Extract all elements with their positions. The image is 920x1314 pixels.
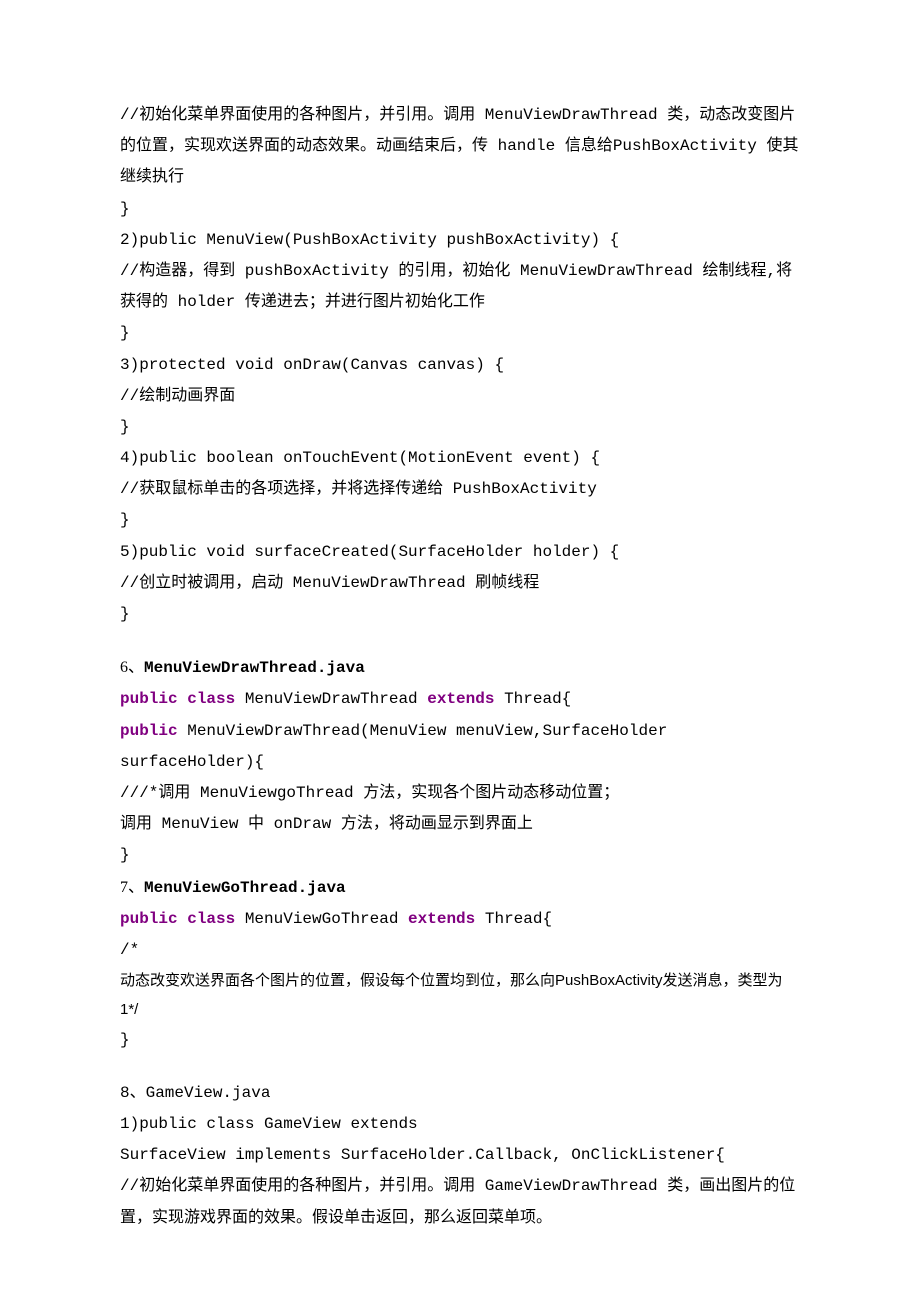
code-brace: } — [120, 194, 800, 225]
code-line-8c: SurfaceView implements SurfaceHolder.Cal… — [120, 1140, 800, 1171]
code-line-3: 3)protected void onDraw(Canvas canvas) { — [120, 350, 800, 381]
keyword-public: public — [120, 722, 178, 740]
section-8-heading: 8、GameView.java — [120, 1078, 800, 1109]
section-7-heading: 7、MenuViewGoThread.java — [120, 872, 800, 904]
post-6a: Thread{ — [494, 690, 571, 708]
code-line-4: 4)public boolean onTouchEvent(MotionEven… — [120, 443, 800, 474]
num-7: 7、 — [120, 879, 144, 896]
document-page: //初始化菜单界面使用的各种图片，并引用。调用 MenuViewDrawThre… — [0, 0, 920, 1314]
classname-6: MenuViewDrawThread — [235, 690, 427, 708]
keyword-public-class: public class — [120, 690, 235, 708]
code-line-6b: public MenuViewDrawThread(MenuView menuV… — [120, 716, 800, 778]
comment-body-7: 动态改变欢送界面各个图片的位置，假设每个位置均到位，那么向PushBoxActi… — [120, 966, 800, 1025]
classname-7: MenuViewGoThread — [235, 910, 408, 928]
code-brace: } — [120, 599, 800, 630]
code-brace: } — [120, 412, 800, 443]
comment-open-7: /* — [120, 935, 800, 966]
code-line-5: 5)public void surfaceCreated(SurfaceHold… — [120, 537, 800, 568]
code-line-8b: 1)public class GameView extends — [120, 1109, 800, 1140]
comment-line-6c: ///*调用 MenuViewgoThread 方法，实现各个图片动态移动位置； — [120, 778, 800, 809]
ctor-6b: MenuViewDrawThread(MenuView menuView,Sur… — [120, 722, 667, 771]
code-brace: } — [120, 1025, 800, 1056]
code-line-6a: public class MenuViewDrawThread extends … — [120, 684, 800, 715]
code-brace: } — [120, 840, 800, 871]
post-7a: Thread{ — [475, 910, 552, 928]
code-line-7a: public class MenuViewGoThread extends Th… — [120, 904, 800, 935]
code-line-2: 2)public MenuView(PushBoxActivity pushBo… — [120, 225, 800, 256]
keyword-extends: extends — [408, 910, 475, 928]
code-brace: } — [120, 318, 800, 349]
comment-line-3: //绘制动画界面 — [120, 381, 800, 412]
comment-line-2: //构造器，得到 pushBoxActivity 的引用，初始化 MenuVie… — [120, 256, 800, 318]
keyword-extends: extends — [427, 690, 494, 708]
code-brace: } — [120, 505, 800, 536]
title-6: MenuViewDrawThread.java — [144, 659, 365, 677]
comment-line-8d: //初始化菜单界面使用的各种图片，并引用。调用 GameViewDrawThre… — [120, 1171, 800, 1233]
comment-line-5: //创立时被调用，启动 MenuViewDrawThread 刷帧线程 — [120, 568, 800, 599]
comment-block-1: //初始化菜单界面使用的各种图片，并引用。调用 MenuViewDrawThre… — [120, 100, 800, 194]
comment-line-6d: 调用 MenuView 中 onDraw 方法，将动画显示到界面上 — [120, 809, 800, 840]
section-6-heading: 6、MenuViewDrawThread.java — [120, 652, 800, 684]
keyword-public-class: public class — [120, 910, 235, 928]
title-7: MenuViewGoThread.java — [144, 879, 346, 897]
comment-line-4: //获取鼠标单击的各项选择，并将选择传递给 PushBoxActivity — [120, 474, 800, 505]
num-6: 6、 — [120, 659, 144, 676]
